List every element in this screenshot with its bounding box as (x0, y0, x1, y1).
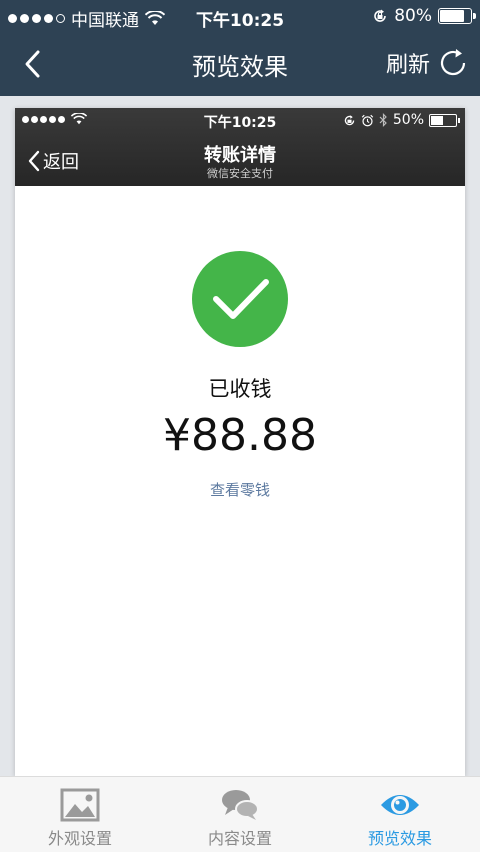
preview-battery-icon (429, 113, 460, 127)
preview-rotation-lock-icon (344, 114, 355, 125)
eye-icon (381, 795, 419, 815)
preview-header: 下午10:25 50% 返回 转账详情 微信安全支付 (15, 108, 465, 186)
tab-content-settings[interactable]: 内容设置 (160, 777, 320, 852)
alarm-icon (361, 114, 374, 126)
bluetooth-icon (379, 113, 387, 127)
app-header: 中国联通 下午10:25 80% 预览效果 刷新 (0, 0, 480, 96)
view-change-link[interactable]: 查看零钱 (15, 479, 465, 500)
success-badge (192, 251, 288, 347)
battery-percent: 80% (394, 6, 432, 26)
preview-status-right: 50% (343, 112, 460, 128)
transfer-amount: ¥88.88 (163, 410, 317, 461)
received-status: 已收钱 (208, 377, 272, 401)
refresh-icon (440, 49, 466, 76)
tab-label: 内容设置 (207, 829, 272, 848)
tab-preview[interactable]: 预览效果 (320, 777, 480, 852)
preview-screen: 下午10:25 50% 返回 转账详情 微信安全支付 已收钱 ¥88.88 查看… (15, 108, 465, 776)
tab-label: 预览效果 (367, 829, 432, 848)
chat-bubbles-icon (222, 790, 259, 820)
refresh-label: 刷新 (385, 53, 430, 78)
status-right: 80% (372, 6, 476, 26)
tab-label: 外观设置 (47, 829, 112, 848)
refresh-button[interactable]: 刷新 (386, 46, 470, 80)
preview-status-bar: 下午10:25 50% (15, 108, 465, 132)
checkmark-icon (213, 279, 269, 319)
image-icon (60, 788, 100, 822)
tab-bar: 外观设置 内容设置 预览效果 (0, 776, 480, 852)
rotation-lock-icon (374, 9, 387, 22)
preview-subtitle: 微信安全支付 (207, 167, 273, 180)
tab-appearance-settings[interactable]: 外观设置 (0, 777, 160, 852)
battery-icon (438, 8, 476, 24)
preview-battery-percent: 50% (392, 112, 424, 128)
preview-title: 转账详情 (204, 145, 276, 166)
status-bar: 中国联通 下午10:25 80% (0, 0, 480, 32)
